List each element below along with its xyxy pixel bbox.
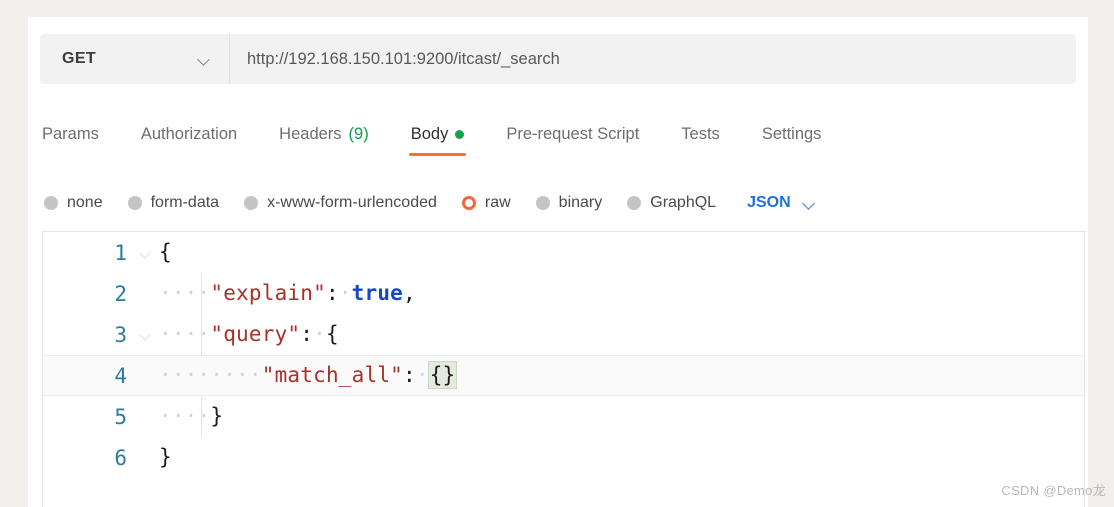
code-token: { (325, 322, 339, 346)
editor-lines: 1{2 ····"explain":·true, 3 ····"query":·{4 ·… (43, 232, 1084, 478)
body-type-x-www-form-urlencoded[interactable]: x-www-form-urlencoded (244, 194, 437, 212)
code-token: : (300, 322, 314, 346)
request-panel: GET http://192.168.150.101:9200/itcast/_… (28, 17, 1088, 507)
tab-label: Settings (761, 125, 822, 143)
body-type-raw[interactable]: raw (461, 194, 511, 212)
body-type-options: none form-data x-www-form-urlencoded raw bin… (44, 190, 816, 216)
line-content: ····"explain":·true, (159, 283, 1084, 304)
http-method-label: GET (62, 50, 97, 67)
line-number: 5 (114, 404, 127, 429)
line-content: ········"match_all":·{} (159, 361, 1084, 389)
code-token: true (351, 281, 404, 305)
code-token: ···· (159, 281, 211, 305)
code-token: {} (427, 361, 458, 389)
editor-line[interactable]: 1{ (43, 232, 1084, 273)
editor-line[interactable]: 6} (43, 437, 1084, 478)
line-content: ····} (159, 406, 1084, 427)
line-content: ····"query":·{ (159, 324, 1084, 345)
tab-headers[interactable]: Headers (9) (279, 122, 369, 158)
line-number: 3 (114, 322, 127, 347)
tab-body[interactable]: Body (408, 122, 466, 158)
body-type-form-data[interactable]: form-data (127, 194, 220, 212)
body-type-label: form-data (150, 194, 220, 211)
tab-label: Authorization (140, 125, 238, 143)
tab-count-badge: (9) (348, 125, 369, 143)
request-tab-bar: Params Authorization Headers (9) Body Pre-req… (42, 122, 1072, 170)
tab-params[interactable]: Params (42, 122, 99, 158)
http-method-selector[interactable]: GET (40, 34, 230, 84)
request-body-editor[interactable]: 1{2 ····"explain":·true, 3 ····"query":·{4 ·… (42, 231, 1085, 507)
body-format-label: JSON (747, 194, 791, 211)
tab-label: Tests (681, 125, 720, 143)
body-type-label: none (67, 194, 103, 211)
code-token: ···· (210, 363, 262, 387)
code-token: , (403, 281, 416, 305)
body-modified-dot-icon (455, 130, 465, 139)
code-token: "match_all" (261, 363, 404, 387)
editor-line[interactable]: 5 ····} (43, 396, 1084, 437)
code-token: · (313, 322, 326, 346)
chevron-down-icon (198, 55, 211, 63)
code-token: · (415, 363, 429, 387)
code-token: "query" (210, 322, 301, 346)
code-token: ···· (159, 322, 211, 346)
chevron-down-icon (803, 199, 816, 207)
tab-label: Headers (279, 125, 342, 143)
code-token: ···· (159, 363, 211, 387)
tab-settings[interactable]: Settings (762, 122, 822, 158)
radio-icon (44, 196, 58, 210)
line-content: { (159, 242, 1084, 263)
tab-tests[interactable]: Tests (681, 122, 720, 158)
body-type-graphql[interactable]: GraphQL (627, 194, 716, 212)
line-number: 1 (114, 240, 127, 265)
body-type-none[interactable]: none (44, 194, 103, 212)
body-format-selector[interactable]: JSON (747, 194, 816, 212)
line-number: 2 (114, 281, 127, 306)
body-type-label: raw (484, 194, 511, 211)
body-type-radio-group: none form-data x-www-form-urlencoded raw bin… (44, 194, 741, 212)
body-type-label: binary (558, 194, 603, 211)
body-type-binary[interactable]: binary (535, 194, 603, 212)
code-token: { (159, 240, 172, 264)
code-token: : (325, 281, 339, 305)
code-token: "explain" (210, 281, 326, 305)
body-type-label: x-www-form-urlencoded (267, 194, 437, 211)
editor-line[interactable]: 2 ····"explain":·true, (43, 273, 1084, 314)
code-token: ···· (159, 404, 211, 428)
radio-icon (461, 196, 476, 210)
editor-line[interactable]: 4 ········"match_all":·{} (43, 355, 1084, 396)
code-token: } (210, 404, 224, 428)
radio-icon (627, 196, 642, 210)
code-token: } (159, 445, 172, 469)
line-number: 4 (114, 363, 127, 388)
radio-icon (244, 196, 259, 210)
code-token: · (338, 281, 352, 305)
line-content: } (159, 447, 1084, 468)
tab-authorization[interactable]: Authorization (141, 122, 237, 158)
tab-label: Body (410, 125, 449, 143)
editor-line[interactable]: 3 ····"query":·{ (43, 314, 1084, 355)
tab-label: Params (42, 125, 99, 143)
radio-icon (535, 196, 550, 210)
body-type-label: GraphQL (650, 194, 717, 211)
watermark-text: CSDN @Demo龙 (1001, 483, 1106, 498)
tab-label: Pre-request Script (506, 125, 640, 143)
request-url-input[interactable]: http://192.168.150.101:9200/itcast/_sear… (230, 34, 1076, 84)
tab-pre-request-script[interactable]: Pre-request Script (506, 122, 639, 158)
code-token: : (403, 363, 416, 387)
request-url-bar: GET http://192.168.150.101:9200/itcast/_… (40, 34, 1076, 84)
radio-icon (127, 196, 142, 210)
line-number: 6 (114, 445, 127, 470)
